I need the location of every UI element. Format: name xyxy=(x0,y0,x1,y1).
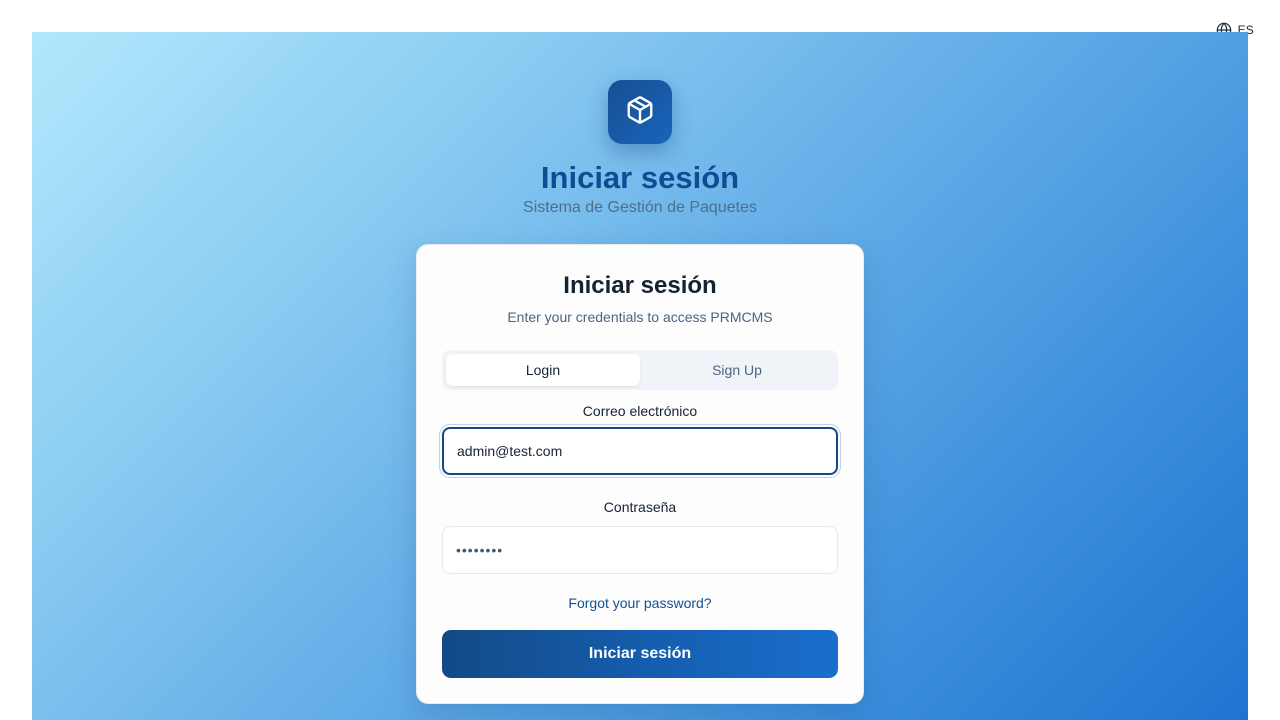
hero-background: Iniciar sesión Sistema de Gestión de Paq… xyxy=(32,32,1248,720)
tab-login[interactable]: Login xyxy=(446,354,640,386)
login-page: ES Iniciar sesión Sistema de Gestión de … xyxy=(0,0,1280,720)
email-field[interactable]: admin@test.com xyxy=(442,427,838,475)
package-icon xyxy=(625,95,655,130)
card-title: Iniciar sesión xyxy=(563,272,717,299)
email-value: admin@test.com xyxy=(457,443,563,459)
password-field[interactable]: •••••••• xyxy=(442,526,838,574)
page-title: Iniciar sesión xyxy=(540,160,740,195)
password-value: •••••••• xyxy=(456,542,504,558)
forgot-password-link[interactable]: Forgot your password? xyxy=(417,594,863,612)
page-subtitle: Sistema de Gestión de Paquetes xyxy=(523,199,757,216)
submit-button[interactable]: Iniciar sesión xyxy=(442,630,838,678)
app-logo xyxy=(608,80,672,144)
email-label: Correo electrónico xyxy=(582,403,698,419)
card-description: Enter your credentials to access PRMCMS xyxy=(507,309,773,325)
password-label: Contraseña xyxy=(603,499,677,515)
auth-tabs: Login Sign Up xyxy=(442,350,838,390)
login-card: Iniciar sesión Enter your credentials to… xyxy=(416,244,864,704)
tab-sign-up[interactable]: Sign Up xyxy=(640,354,834,386)
